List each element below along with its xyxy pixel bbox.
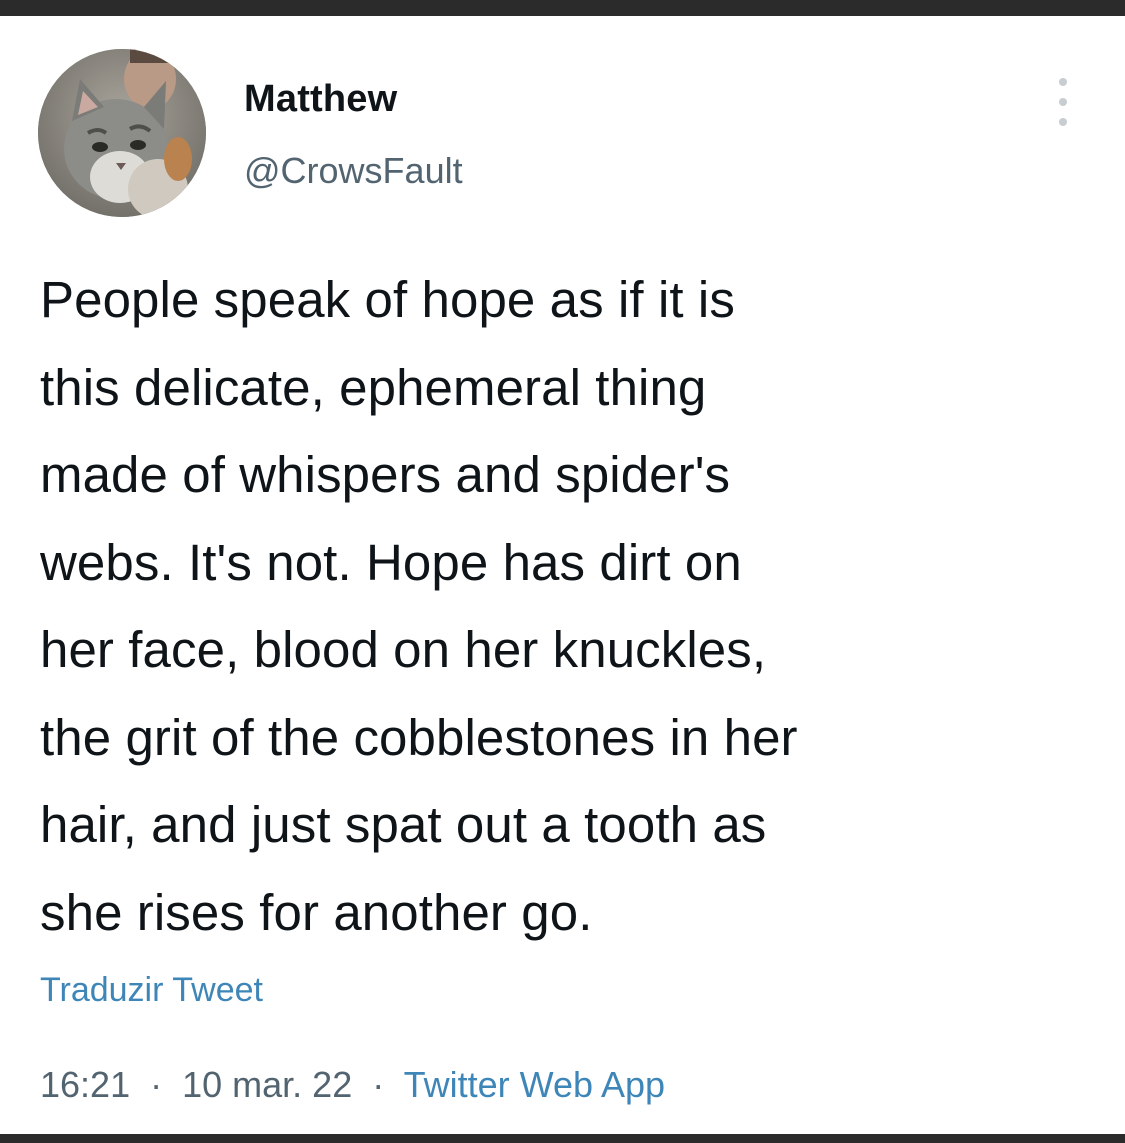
tweet-text-line: hair, and just spat out a tooth as	[40, 796, 767, 853]
tweet-text-line: made of whispers and spider's	[40, 446, 731, 503]
tweet-text: People speak of hope as if it is this de…	[40, 256, 1100, 956]
tweet-text-line: People speak of hope as if it is	[40, 271, 735, 328]
user-handle[interactable]: @CrowsFault	[244, 150, 463, 192]
avatar[interactable]	[38, 49, 206, 217]
meta-separator: ·	[372, 1064, 385, 1105]
more-dot	[1059, 118, 1067, 126]
meta-separator: ·	[150, 1064, 163, 1105]
tweet-text-line: she rises for another go.	[40, 883, 593, 941]
more-dot	[1059, 98, 1067, 106]
tweet-card: Matthew @CrowsFault People speak of hope…	[0, 16, 1125, 1134]
more-dot	[1059, 78, 1067, 86]
tweet-time[interactable]: 16:21	[40, 1064, 130, 1105]
more-options-icon[interactable]	[1048, 78, 1078, 126]
tweet-source-link[interactable]: Twitter Web App	[404, 1064, 665, 1105]
translate-tweet-link[interactable]: Traduzir Tweet	[40, 971, 263, 1010]
display-name[interactable]: Matthew	[244, 78, 397, 121]
bottom-frame-bar	[0, 1134, 1125, 1143]
tweet-metadata: 16:21 · 10 mar. 22 · Twitter Web App	[40, 1064, 665, 1106]
top-frame-bar	[0, 0, 1125, 16]
tweet-text-line: webs. It's not. Hope has dirt on	[40, 533, 742, 591]
tweet-text-line: her face, blood on her knuckles,	[40, 621, 767, 678]
tweet-text-line: the grit of the cobblestones in her	[40, 708, 798, 766]
tweet-date[interactable]: 10 mar. 22	[182, 1064, 352, 1105]
cat-avatar-image	[38, 49, 206, 217]
tweet-text-line: this delicate, ephemeral thing	[40, 358, 707, 416]
